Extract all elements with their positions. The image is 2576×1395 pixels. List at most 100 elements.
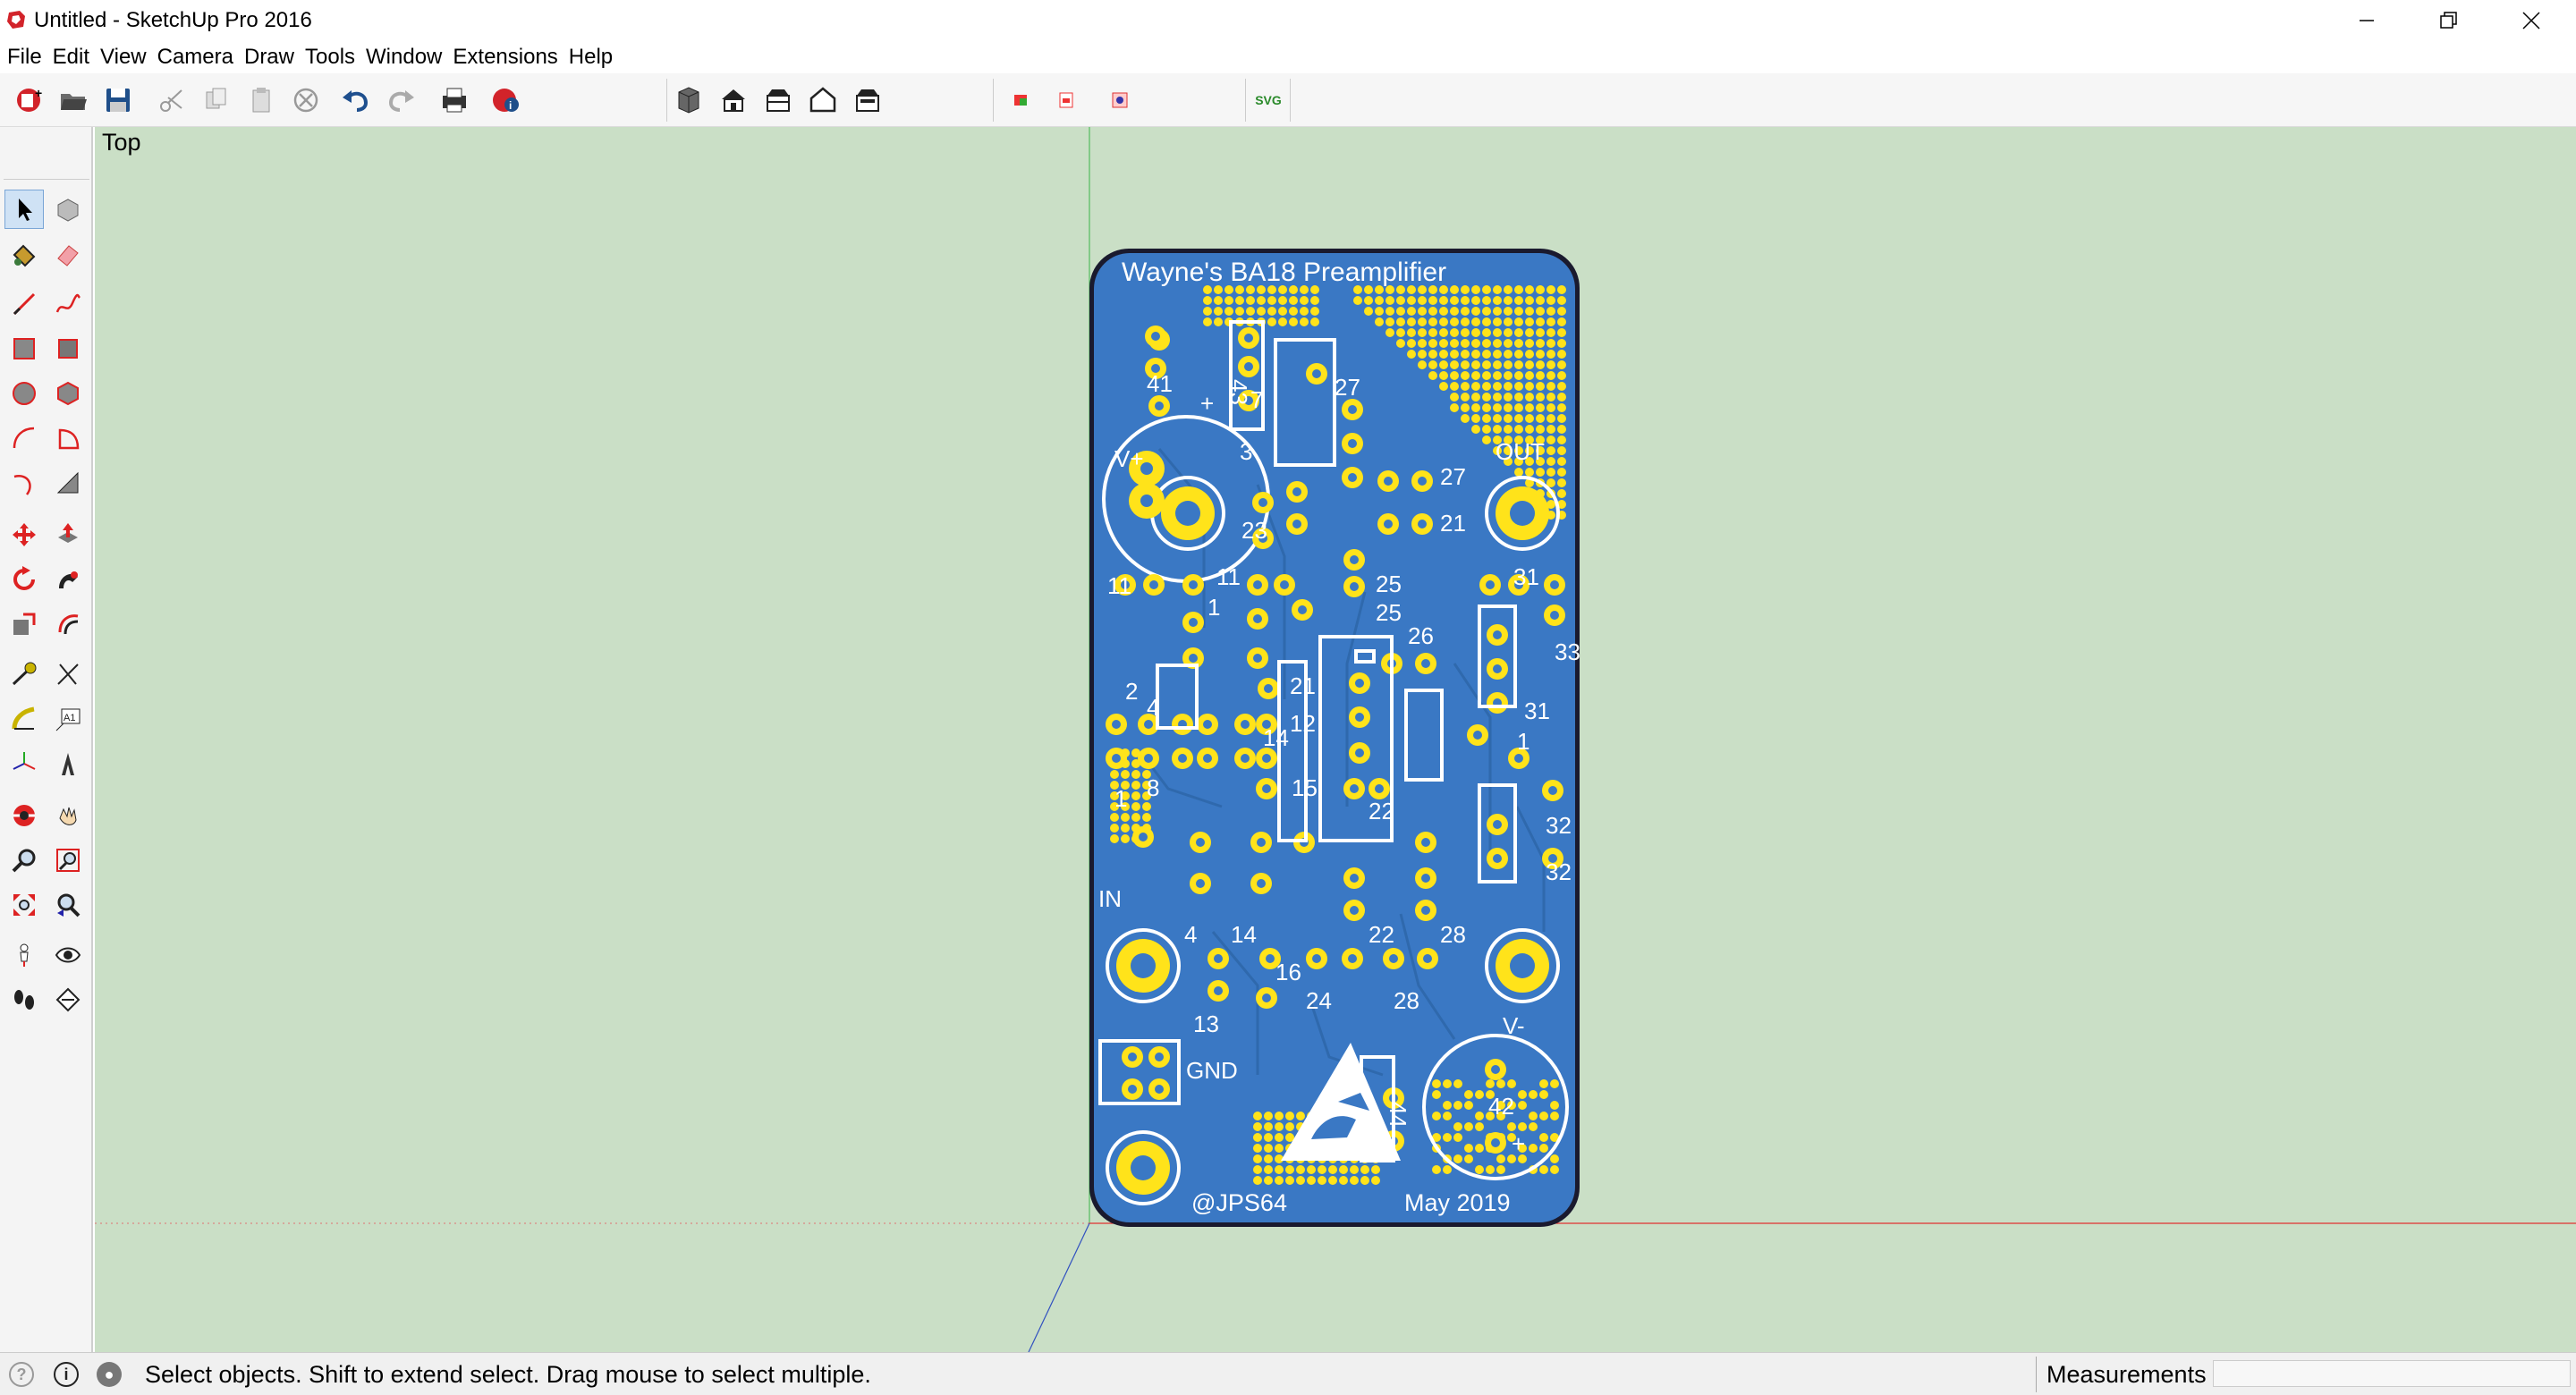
- pie-icon[interactable]: [48, 418, 88, 458]
- freehand-icon[interactable]: [48, 284, 88, 324]
- protractor-icon[interactable]: [4, 699, 44, 739]
- extension-icon-3[interactable]: [1102, 82, 1138, 118]
- drill-hole: [1214, 986, 1223, 995]
- three-point-arc-icon[interactable]: [48, 463, 88, 503]
- menu-extensions[interactable]: Extensions: [451, 45, 564, 70]
- move-icon[interactable]: [4, 515, 44, 554]
- make-component-icon[interactable]: [48, 190, 88, 229]
- copper-dot: [1525, 339, 1534, 348]
- offset-icon[interactable]: [48, 604, 88, 644]
- select-icon[interactable]: [4, 190, 44, 229]
- copper-dot: [1464, 1154, 1473, 1163]
- previous-view-icon[interactable]: [48, 885, 88, 925]
- menu-edit[interactable]: Edit: [51, 45, 97, 70]
- pcb-board[interactable]: Wayne's BA18 Preamplifier @JPS64 May 201…: [1089, 249, 1580, 1227]
- two-point-arc-icon[interactable]: [4, 463, 44, 503]
- silkscreen-label: 1: [1114, 785, 1127, 812]
- erase-icon[interactable]: [288, 82, 324, 118]
- push-pull-icon[interactable]: [48, 515, 88, 554]
- zoom-window-icon[interactable]: [48, 841, 88, 880]
- cut-icon[interactable]: [154, 82, 190, 118]
- extension-icon-2[interactable]: [1048, 82, 1084, 118]
- right-view-icon[interactable]: [805, 82, 841, 118]
- extension-icon-1[interactable]: [1004, 82, 1039, 118]
- zoom-extents-icon[interactable]: [4, 885, 44, 925]
- svg-export-button[interactable]: SVG: [1250, 82, 1286, 118]
- orbit-icon[interactable]: [4, 796, 44, 835]
- measurements-input[interactable]: [2213, 1360, 2571, 1387]
- eraser-icon[interactable]: [48, 234, 88, 274]
- model-info-icon[interactable]: i: [488, 82, 524, 118]
- text-icon[interactable]: A1: [48, 699, 88, 739]
- pan-icon[interactable]: [48, 796, 88, 835]
- menu-window[interactable]: Window: [364, 45, 449, 70]
- open-icon[interactable]: [55, 82, 91, 118]
- redo-icon[interactable]: [383, 82, 419, 118]
- silkscreen-label: 11: [1107, 572, 1131, 599]
- copper-dot: [1224, 307, 1233, 316]
- close-button[interactable]: [2490, 0, 2572, 41]
- arc-icon[interactable]: [4, 418, 44, 458]
- copper-dot: [1203, 317, 1212, 326]
- copper-dot: [1278, 307, 1287, 316]
- scale-icon[interactable]: [4, 604, 44, 644]
- drill-hole: [1280, 580, 1289, 589]
- rectangle-icon[interactable]: [4, 329, 44, 368]
- paste-icon[interactable]: [243, 82, 279, 118]
- undo-icon[interactable]: [338, 82, 374, 118]
- model-viewport[interactable]: Top Wayne's BA18 Preamplifier @JPS64 May…: [95, 127, 2576, 1352]
- minimize-button[interactable]: [2326, 0, 2408, 41]
- circle-icon[interactable]: [4, 374, 44, 413]
- follow-me-icon[interactable]: [48, 560, 88, 599]
- copper-dot: [1418, 339, 1427, 348]
- copper-dot: [1536, 350, 1545, 359]
- front-view-icon[interactable]: [760, 82, 796, 118]
- paint-bucket-icon[interactable]: [4, 234, 44, 274]
- copy-icon[interactable]: [199, 82, 234, 118]
- polygon-icon[interactable]: [48, 374, 88, 413]
- copper-dot: [1482, 403, 1491, 412]
- drill-hole: [1312, 369, 1321, 378]
- look-around-icon[interactable]: [48, 935, 88, 975]
- sketchup-app-icon[interactable]: [5, 9, 27, 30]
- model-canvas[interactable]: Wayne's BA18 Preamplifier @JPS64 May 201…: [95, 127, 2576, 1352]
- menu-help[interactable]: Help: [567, 45, 620, 70]
- save-icon[interactable]: [100, 82, 136, 118]
- drill-hole: [1493, 820, 1502, 829]
- line-icon[interactable]: [4, 284, 44, 324]
- copper-dot: [1385, 317, 1394, 326]
- restore-button[interactable]: [2408, 0, 2490, 41]
- menu-view[interactable]: View: [98, 45, 154, 70]
- copper-dot: [1461, 328, 1470, 337]
- copper-dot: [1504, 425, 1513, 434]
- geolocation-icon[interactable]: ?: [9, 1362, 34, 1387]
- copper-dot: [1131, 781, 1140, 790]
- back-view-icon[interactable]: [850, 82, 886, 118]
- copper-dot: [1246, 307, 1255, 316]
- top-view-icon[interactable]: [716, 82, 751, 118]
- walk-icon[interactable]: [4, 980, 44, 1019]
- credits-icon[interactable]: i: [54, 1362, 79, 1387]
- position-camera-icon[interactable]: [4, 935, 44, 975]
- new-icon[interactable]: +: [11, 82, 47, 118]
- iso-view-icon[interactable]: [671, 82, 707, 118]
- dimension-icon[interactable]: [48, 655, 88, 694]
- section-plane-icon[interactable]: [48, 980, 88, 1019]
- menu-file[interactable]: File: [5, 45, 49, 70]
- rotated-rectangle-icon[interactable]: [48, 329, 88, 368]
- copper-dot: [1257, 296, 1266, 305]
- 3d-text-icon[interactable]: [48, 744, 88, 783]
- axes-icon[interactable]: [4, 744, 44, 783]
- menu-camera[interactable]: Camera: [156, 45, 241, 70]
- rotate-icon[interactable]: [4, 560, 44, 599]
- menu-tools[interactable]: Tools: [303, 45, 362, 70]
- print-icon[interactable]: [436, 82, 472, 118]
- drill-hole: [1548, 786, 1557, 795]
- menu-draw[interactable]: Draw: [242, 45, 301, 70]
- user-icon[interactable]: ●: [97, 1362, 122, 1387]
- tape-measure-icon[interactable]: [4, 655, 44, 694]
- copper-dot: [1504, 296, 1513, 305]
- drill-hole: [1421, 874, 1430, 883]
- zoom-icon[interactable]: [4, 841, 44, 880]
- copper-dot: [1525, 393, 1534, 402]
